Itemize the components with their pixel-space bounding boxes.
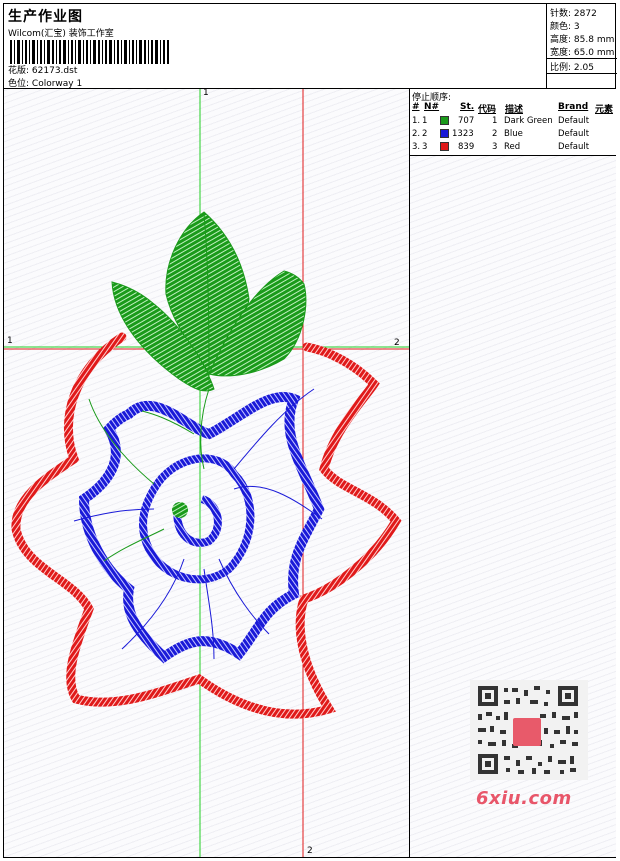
- row-stitches: 1323: [452, 129, 474, 139]
- watermark-text: 6xiu.com: [476, 788, 572, 809]
- row-description: Red: [504, 142, 521, 152]
- stop-sequence-table: 停止顺序: # N# St. 代码 描述 Brand 元素 1. 1 707 1…: [410, 89, 616, 156]
- stat-stitches: 针数: 2872: [550, 9, 597, 19]
- color-swatch-green: [440, 116, 449, 125]
- row-code: 1: [492, 116, 498, 126]
- row-stitches: 707: [458, 116, 475, 126]
- stat-divider: [547, 73, 617, 74]
- stat-divider: [547, 58, 617, 59]
- row-brand: Default: [558, 116, 590, 126]
- stats-panel: 针数: 2872 颜色: 3 高度: 85.8 mm 宽度: 65.0 mm 比…: [546, 4, 617, 88]
- row-index: 1.: [412, 116, 421, 126]
- color-swatch-red: [440, 142, 449, 151]
- barcode-icon: [10, 40, 169, 64]
- header-info: 生产作业图 Wilcom(汇宝) 装饰工作室 花版: 62173.dst 色位:…: [4, 4, 546, 89]
- studio-subtitle: Wilcom(汇宝) 装饰工作室: [8, 29, 114, 39]
- axis-label-v-bottom: 2: [307, 846, 313, 856]
- outer-petal-outline: [11, 332, 402, 719]
- design-value: 62173.dst: [31, 66, 78, 76]
- row-brand: Default: [558, 142, 590, 152]
- row-number: 1: [422, 116, 428, 126]
- stat-height: 高度: 85.8 mm: [550, 35, 615, 45]
- stat-width: 宽度: 65.0 mm: [550, 48, 615, 58]
- stat-scale: 比例: 2.05: [550, 63, 594, 73]
- col-header-description: 描述: [505, 105, 524, 115]
- row-number: 3: [422, 142, 428, 152]
- col-header-stitches: St.: [460, 102, 475, 112]
- row-brand: Default: [558, 129, 590, 139]
- design-canvas: 1 1 2 2: [4, 89, 410, 857]
- col-header-brand: Brand: [558, 102, 589, 112]
- stamp-seal-icon: [513, 718, 541, 746]
- row-index: 2.: [412, 129, 421, 139]
- col-header-element: 元素: [595, 105, 614, 115]
- row-index: 3.: [412, 142, 421, 152]
- axis-label-h-left: 1: [7, 336, 13, 346]
- color-swatch-blue: [440, 129, 449, 138]
- page-title: 生产作业图: [8, 9, 83, 25]
- row-code: 2: [492, 129, 498, 139]
- row-stitches: 839: [458, 142, 475, 152]
- design-label: 花版:: [8, 66, 30, 76]
- row-description: Dark Green: [504, 116, 553, 126]
- row-number: 2: [422, 129, 428, 139]
- inner-flower-core: [139, 454, 255, 584]
- col-header-index: #: [412, 102, 420, 112]
- inner-flower-outline: [78, 392, 325, 664]
- col-header-number: N#: [424, 102, 440, 112]
- col-header-code: 代码: [478, 105, 497, 115]
- axis-label-h-right: 2: [394, 338, 400, 348]
- axis-label-v-top: 1: [203, 89, 209, 98]
- design-name-row: 花版: 62173.dst: [8, 63, 77, 76]
- embroidery-preview: [4, 89, 409, 857]
- flower-center: [172, 502, 188, 518]
- stat-colors: 颜色: 3: [550, 22, 580, 32]
- row-description: Blue: [504, 129, 523, 139]
- row-code: 3: [492, 142, 498, 152]
